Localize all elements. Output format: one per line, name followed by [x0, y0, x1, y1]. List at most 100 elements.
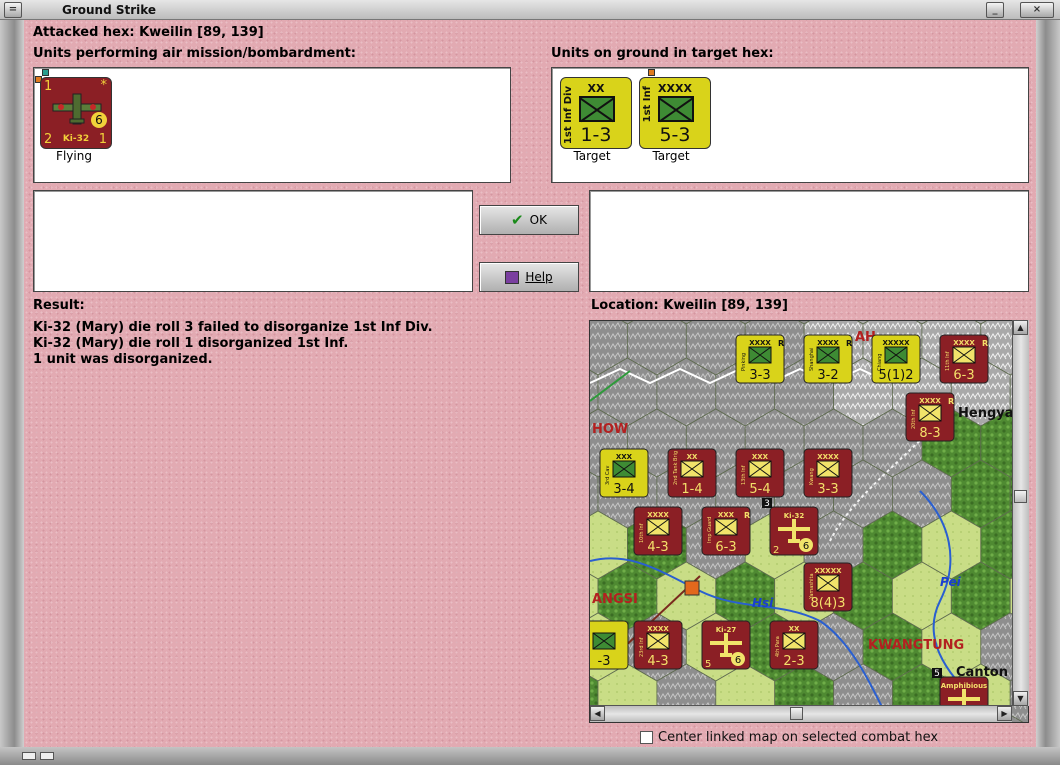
unit-name: Chiang	[877, 354, 883, 371]
help-button[interactable]: Help	[479, 262, 579, 292]
ok-button[interactable]: ✔ OK	[479, 205, 579, 235]
hex-map[interactable]: HengyaHOWANGSI HsiPeiKWANGTUNGCantonAH XX…	[590, 321, 1029, 723]
location-label: Location: Kweilin [89, 139]	[591, 298, 788, 313]
center-map-checkbox[interactable]	[640, 731, 653, 744]
scroll-thumb[interactable]	[1014, 490, 1027, 503]
map-unit-counter[interactable]: XXX 5-413th Inf	[735, 448, 785, 498]
unit-name: Ki-32	[784, 512, 805, 520]
unit-size: XXXX	[647, 511, 669, 519]
map-unit-counter[interactable]: -3	[590, 620, 629, 670]
map-unit-counter[interactable]: XXXX 3-3Kwang	[803, 448, 853, 498]
attacked-hex-label: Attacked hex: Kweilin [89, 139]	[33, 25, 264, 40]
checkmark-icon: ✔	[511, 211, 524, 229]
air-units-label: Units performing air mission/bombardment…	[33, 46, 357, 61]
map-place-label: ANGSI	[592, 592, 638, 607]
scroll-thumb[interactable]	[790, 707, 803, 720]
resize-grip-icon[interactable]	[22, 752, 36, 760]
ok-button-label: OK	[529, 213, 547, 227]
unit-name: Pinking	[741, 353, 747, 371]
unit-status-caption: Target	[652, 149, 690, 163]
minimize-button[interactable]: _	[986, 2, 1004, 18]
unit-name: 20th Inf	[911, 409, 917, 429]
unit-status-caption: Flying	[56, 149, 92, 163]
map-unit-counter[interactable]: XXXX 4-323rd Inf	[633, 620, 683, 670]
map-place-label: KWANGTUNG	[868, 638, 964, 653]
unit-status-caption: Target	[573, 149, 611, 163]
stack-count: 5	[934, 669, 940, 679]
map-air-counter[interactable]: 2 6 Ki-32 3	[762, 498, 819, 556]
map-unit-counter[interactable]: XXX R 6-3Imp Guard	[701, 506, 751, 556]
unit-name: Imp Guard	[707, 517, 713, 543]
result-line: Ki-32 (Mary) die roll 1 disorganized 1st…	[33, 336, 349, 351]
unit-name: 23rd Inf	[639, 637, 645, 657]
status-marker-icon	[648, 69, 655, 76]
unit-name: 4th Para	[775, 636, 781, 657]
map-unit-counter[interactable]: XX 2-34th Para	[769, 620, 819, 670]
window-frame-right	[1036, 20, 1060, 765]
hq-marker-icon[interactable]	[684, 580, 700, 596]
unit-name: 2nd Tank Brig	[673, 451, 679, 485]
unit-name: Shanghai	[809, 348, 815, 371]
unit-tag: R	[778, 339, 784, 348]
center-map-checkbox-label[interactable]: Center linked map on selected combat hex	[658, 730, 938, 745]
window-title: Ground Strike	[62, 3, 157, 17]
ground-unit-counter[interactable]: XX 1st Inf Div 1-3	[560, 77, 632, 149]
help-button-label: Help	[525, 270, 553, 284]
scroll-up-icon[interactable]: ▲	[1013, 320, 1028, 335]
map-air-counter[interactable]: 5 6 Ki-27	[701, 620, 751, 670]
close-button[interactable]: ×	[1020, 2, 1054, 18]
map-unit-counter[interactable]: XXXXX 8(4)3Yamashita	[803, 562, 853, 612]
infantry-symbol-icon	[658, 96, 694, 122]
unit-name: Amphibious	[941, 682, 987, 690]
unit-strength: 6-3	[953, 368, 974, 383]
unit-name: Kwang	[809, 468, 815, 485]
map-vertical-scrollbar[interactable]: ▲ ▼	[1012, 320, 1029, 706]
air-details-panel	[33, 190, 473, 292]
unit-size: XXXX	[817, 339, 839, 347]
system-menu-button[interactable]: =	[4, 2, 22, 18]
unit-strength: 5-4	[749, 482, 770, 497]
scroll-right-icon[interactable]: ▶	[997, 706, 1012, 721]
map-unit-counter[interactable]: XXXX R 6-311th Inf	[939, 334, 989, 384]
map-unit-counter[interactable]: XXX 3-43rd Cav	[599, 448, 649, 498]
unit-strength: -3	[598, 654, 611, 669]
counter-value: *	[100, 78, 108, 93]
unit-strength: 3-4	[613, 482, 634, 497]
map-unit-counter[interactable]: XXXX 4-310th Inf	[633, 506, 683, 556]
resize-grip-icon[interactable]	[40, 752, 54, 760]
scroll-left-icon[interactable]: ◀	[590, 706, 605, 721]
stack-count: 3	[764, 499, 770, 509]
map-unit-counter[interactable]: XXXX R 3-3Pinking	[735, 334, 785, 384]
unit-size: XXX	[718, 511, 735, 519]
unit-size: XXXX	[749, 339, 771, 347]
unit-tag: R	[744, 511, 750, 520]
map-place-label: Pei	[940, 575, 962, 589]
map-horizontal-scrollbar[interactable]: ◀ ▶	[590, 705, 1012, 722]
help-book-icon	[505, 270, 520, 284]
scroll-down-icon[interactable]: ▼	[1013, 691, 1028, 706]
unit-tag: R	[948, 397, 954, 406]
map-unit-counter[interactable]: XXXXX 5(1)2Chiang	[871, 334, 921, 384]
unit-size: XXXXX	[883, 339, 911, 347]
ground-unit-counter[interactable]: XXXX 1st Inf 5-3	[639, 77, 711, 149]
map-unit-counter[interactable]: XX 1-42nd Tank Brig	[667, 448, 717, 498]
unit-strength: 1-3	[580, 124, 612, 146]
counter-circle-value: 6	[803, 541, 809, 552]
unit-size: XXXX	[919, 397, 941, 405]
unit-strength: 3-3	[749, 368, 770, 383]
unit-name: 11th Inf	[945, 351, 951, 371]
window-frame-left	[0, 20, 24, 765]
unit-strength: 5-3	[659, 124, 691, 146]
unit-size: XXXX	[647, 625, 669, 633]
unit-size: XXXXX	[815, 567, 843, 575]
map-place-label: Hengya	[958, 406, 1014, 421]
map-unit-counter[interactable]: XXXX R 3-2Shanghai	[803, 334, 853, 384]
unit-name: 10th Inf	[639, 523, 645, 543]
title-bar[interactable]: = Ground Strike _ ×	[0, 0, 1060, 20]
counter-circle-value: 6	[91, 112, 107, 128]
unit-strength: 5(1)2	[879, 368, 914, 383]
location-map[interactable]: Hengya HOW ANGSI Hsi Pei KWANGTUNG Canton AH XX…	[589, 320, 1029, 723]
air-unit-counter[interactable]: 1 * 6 2 Ki-32 1	[40, 77, 112, 149]
map-unit-counter[interactable]: XXXX R 8-320th Inf	[905, 392, 955, 442]
unit-size: XXX	[752, 453, 769, 461]
